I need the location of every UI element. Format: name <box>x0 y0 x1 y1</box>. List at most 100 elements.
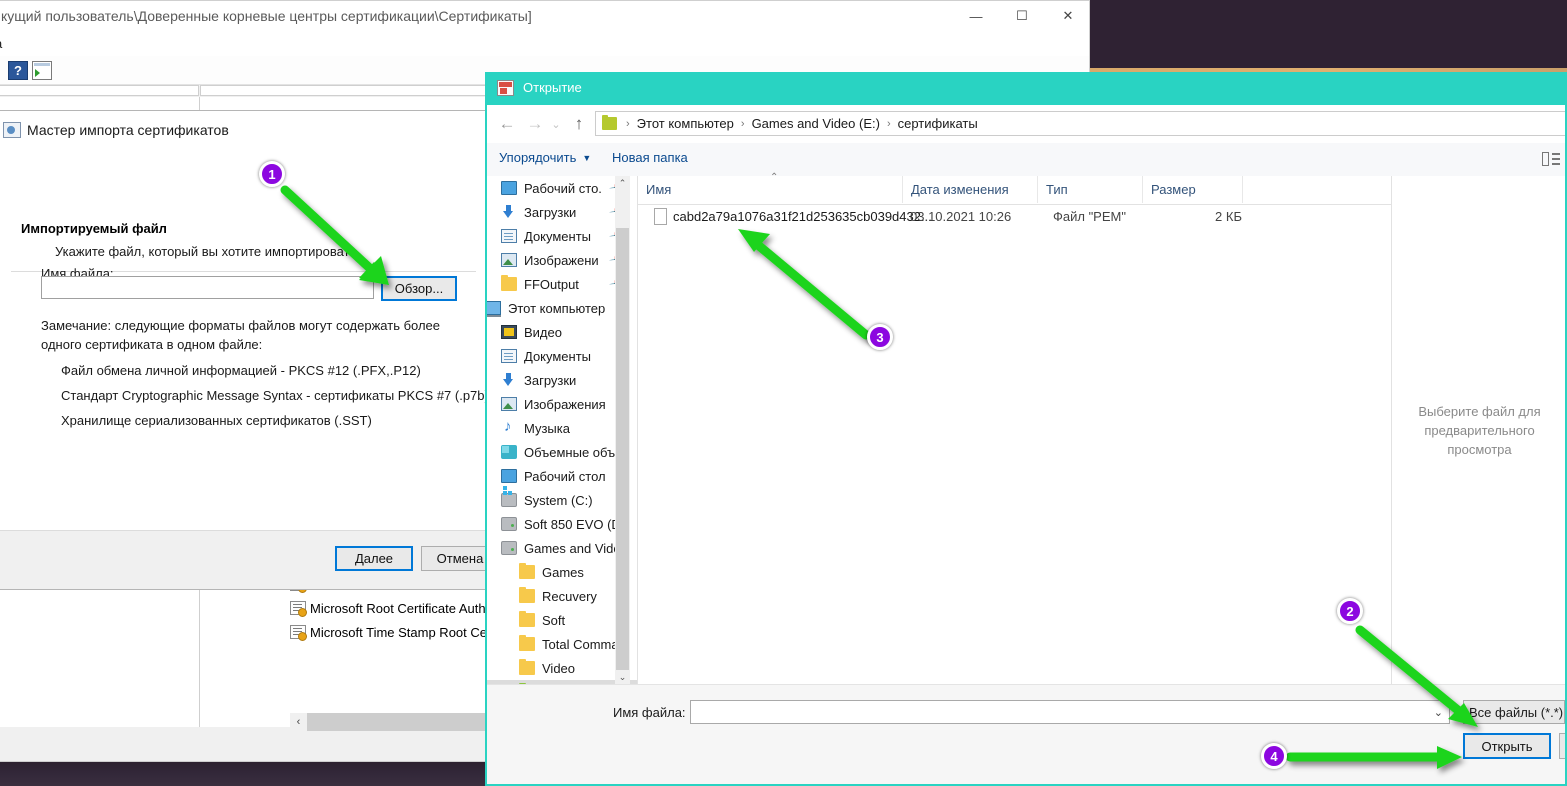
preview-placeholder-text: Выберите файл для предварительного просм… <box>1418 404 1541 457</box>
column-header-size[interactable]: Размер <box>1143 176 1243 203</box>
navpane-scrollbar[interactable]: ⌃ ⌄ <box>615 176 630 685</box>
preview-pane: Выберите файл для предварительного просм… <box>1391 176 1567 685</box>
sidebar-item-label: Games and Vide <box>524 540 621 556</box>
wizard-browse-button[interactable]: Обзор... <box>381 276 457 301</box>
drive-icon <box>501 517 517 531</box>
mmc-menubar[interactable]: ка <box>0 33 1089 56</box>
wizard-footer: Далее Отмена <box>0 530 499 589</box>
folder-icon <box>519 611 535 627</box>
folder-icon <box>519 587 535 603</box>
desktop-icon <box>501 469 517 483</box>
file-date-modified: 03.10.2021 10:26 <box>910 209 1012 224</box>
sidebar-item-label: Soft 850 EVO (D: <box>524 516 625 532</box>
scroll-down-icon[interactable]: ⌄ <box>615 670 630 685</box>
wizard-filename-input[interactable] <box>41 276 374 299</box>
file-row[interactable]: cabd2a79a1076a31f21d253635cb039d432... 0… <box>638 204 1392 230</box>
maximize-button[interactable]: ☐ <box>999 1 1045 31</box>
desktop-icon <box>501 181 517 195</box>
chevron-down-icon: ▼ <box>582 152 592 163</box>
wizard-next-button[interactable]: Далее <box>335 546 413 571</box>
column-header-name[interactable]: Имя ⌃ <box>638 172 903 203</box>
folder-icon <box>602 115 617 130</box>
video-icon <box>501 325 517 339</box>
chevron-down-icon[interactable]: ⌄ <box>1434 706 1443 719</box>
folder-icon <box>519 635 535 651</box>
wizard-header: Мастер импорта сертификатов <box>0 111 486 147</box>
sort-ascending-icon: ⌃ <box>770 172 779 183</box>
wizard-format-item: Стандарт Cryptographic Message Syntax - … <box>61 388 489 403</box>
system-drive-icon <box>501 491 517 507</box>
3d-objects-icon <box>501 445 517 459</box>
column-header-date[interactable]: Дата изменения <box>903 176 1038 203</box>
wallpaper-top <box>1087 0 1567 70</box>
open-button[interactable]: Открыть <box>1463 733 1551 759</box>
certificate-name: Microsoft Root Certificate Auth... <box>310 600 497 616</box>
documents-icon <box>501 349 517 363</box>
sidebar-item-label: Изображени <box>524 252 599 268</box>
wizard-format-item: Хранилище сериализованных сертификатов (… <box>61 413 372 428</box>
recent-locations-icon[interactable]: ⌄ <box>547 113 565 135</box>
certificate-wizard-icon <box>3 122 21 138</box>
dialog-border-left <box>485 105 487 786</box>
breadcrumb[interactable]: › Этот компьютер › Games and Video (E:) … <box>595 111 1567 136</box>
view-mode-line <box>1552 163 1560 165</box>
sidebar-item-label: Видео <box>524 324 562 340</box>
certificate-name: Microsoft Time Stamp Root Cer... <box>310 624 502 640</box>
forward-icon[interactable]: → <box>523 113 547 135</box>
sidebar-item-label: Объемные объ <box>524 444 616 460</box>
breadcrumb-separator: › <box>886 117 891 130</box>
filetype-select[interactable]: Все файлы (*.*) <box>1463 700 1565 724</box>
show-action-pane-icon[interactable] <box>32 61 52 80</box>
download-icon <box>501 205 517 219</box>
column-header-type[interactable]: Тип <box>1038 176 1143 203</box>
view-mode-line <box>1552 158 1560 160</box>
open-dialog-footer: Имя файла: ⌄ Все файлы (*.*) Открыть <box>485 684 1567 786</box>
sidebar-item-label: Games <box>542 564 584 580</box>
folder-icon <box>501 275 517 291</box>
mmc-menu-label[interactable]: ка <box>0 36 2 51</box>
scrollbar-thumb[interactable] <box>616 228 629 684</box>
wizard-section-title: Импортируемый файл <box>21 221 167 236</box>
close-button[interactable]: ✕ <box>1045 1 1091 31</box>
wizard-format-item: Файл обмена личной информацией - PKCS #1… <box>61 363 421 378</box>
folder-icon <box>519 563 535 579</box>
view-mode-icon[interactable] <box>1542 152 1560 166</box>
file-size: 2 КБ <box>1215 209 1242 224</box>
sidebar-item-label: Музыка <box>524 420 570 436</box>
open-dialog-titlebar: Открытие <box>485 72 1567 105</box>
file-list-header: Имя ⌃ Дата изменения Тип Размер <box>638 172 1392 205</box>
open-dialog-title: Открытие <box>523 80 582 95</box>
up-icon[interactable]: ↑ <box>567 113 591 135</box>
file-type: Файл "PEM" <box>1053 209 1126 224</box>
wizard-note-text: Замечание: следующие форматы файлов могу… <box>41 318 441 352</box>
back-icon[interactable]: ← <box>495 113 519 135</box>
organize-button[interactable]: Упорядочить ▼ <box>499 150 591 165</box>
breadcrumb-item-this-pc[interactable]: Этот компьютер <box>637 116 734 131</box>
view-mode-box <box>1542 152 1549 166</box>
breadcrumb-separator: › <box>740 117 745 130</box>
pictures-icon <box>501 397 517 411</box>
breadcrumb-item-folder[interactable]: сертификаты <box>898 116 978 131</box>
filename-input[interactable]: ⌄ <box>690 700 1450 724</box>
mmc-titlebar: кущий пользователь\Доверенные корневые ц… <box>0 1 1089 33</box>
minimize-button[interactable]: — <box>953 1 999 31</box>
breadcrumb-item-drive[interactable]: Games and Video (E:) <box>752 116 880 131</box>
sidebar-item-label: System (C:) <box>524 492 593 508</box>
scroll-left-icon[interactable]: ‹ <box>290 713 307 731</box>
sidebar-item-label: Документы <box>524 348 592 364</box>
view-mode-line <box>1552 153 1560 155</box>
sidebar-item-label: Загрузки <box>524 204 577 220</box>
mmc-col-header-left[interactable] <box>0 85 199 96</box>
this-pc-icon <box>485 301 501 317</box>
sidebar-item-label: Soft <box>542 612 566 628</box>
breadcrumb-separator: › <box>626 117 630 130</box>
new-folder-button[interactable]: Новая папка <box>612 150 688 165</box>
certificate-icon <box>290 601 307 617</box>
open-dialog-toolbar: Упорядочить ▼ Новая папка <box>485 143 1567 177</box>
scroll-up-icon[interactable]: ⌃ <box>615 176 630 191</box>
help-icon[interactable]: ? <box>8 61 28 80</box>
sidebar-item-label: Изображения <box>524 396 606 412</box>
certificate-import-wizard-dialog: Мастер импорта сертификатов Импортируемы… <box>0 110 499 590</box>
documents-icon <box>501 229 517 243</box>
file-list[interactable]: Имя ⌃ Дата изменения Тип Размер cabd2a79… <box>637 172 1392 685</box>
